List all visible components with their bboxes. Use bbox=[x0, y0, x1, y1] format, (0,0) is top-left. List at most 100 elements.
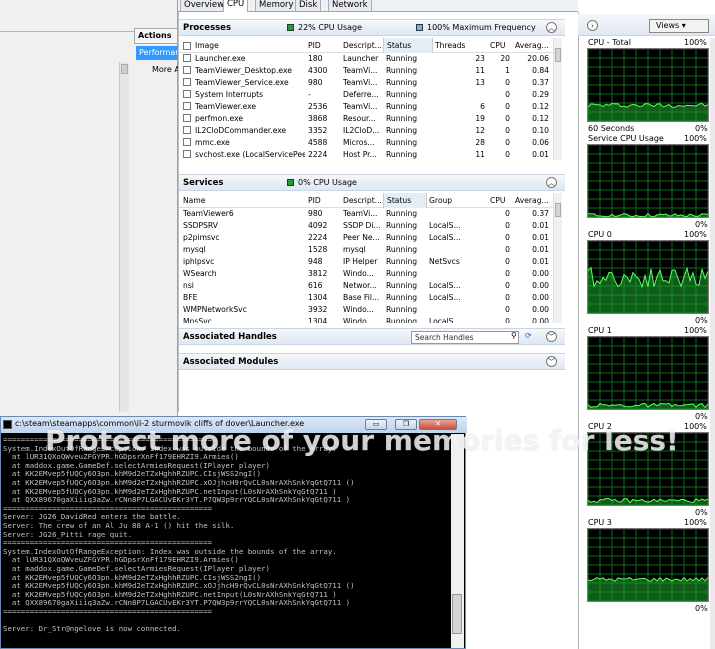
process-row[interactable]: TeamViewer.exe 2536 TeamVi... Running 6 0 0.12 bbox=[179, 101, 553, 113]
graph-title: CPU - Total bbox=[588, 38, 631, 47]
collapse-chevron-icon[interactable]: ︿ bbox=[546, 177, 557, 188]
graph-max-label: 100% bbox=[684, 326, 707, 335]
process-cell: 0 bbox=[505, 150, 510, 159]
col-status[interactable]: Status bbox=[383, 193, 427, 208]
col-name[interactable]: Name bbox=[183, 196, 205, 205]
process-cell: Running bbox=[386, 66, 418, 75]
process-checkbox[interactable] bbox=[183, 150, 191, 158]
service-row[interactable]: mysql 1528 mysql Running 0 0.01 bbox=[179, 244, 553, 256]
console-line: at maddox.game.GameDef.selectArmiesReque… bbox=[3, 461, 270, 470]
processes-title: Processes bbox=[183, 23, 232, 33]
process-row[interactable]: IL2CloDCommander.exe 3352 IL2CloD... Runnin… bbox=[179, 125, 553, 137]
process-checkbox[interactable] bbox=[183, 138, 191, 146]
col-group[interactable]: Group bbox=[429, 196, 452, 205]
processes-section-header[interactable]: Processes 22% CPU Usage 100% Maximum Fre… bbox=[179, 19, 565, 36]
cpu-graph bbox=[587, 48, 709, 122]
handles-section-header[interactable]: Associated Handles Search Handles ⚲ ⟳ ﹀ bbox=[179, 328, 565, 345]
process-cell: Resour... bbox=[343, 114, 376, 123]
service-cell: iphlpsvc bbox=[183, 257, 215, 266]
process-checkbox[interactable] bbox=[183, 66, 191, 74]
services-scrollbar[interactable] bbox=[553, 193, 562, 323]
search-icon[interactable]: ⚲ bbox=[511, 331, 517, 340]
col-image[interactable]: Image bbox=[195, 41, 219, 50]
process-cell: 0.84 bbox=[532, 66, 549, 75]
scroll-thumb[interactable] bbox=[555, 203, 561, 217]
tab-cpu[interactable]: CPU bbox=[223, 0, 249, 12]
service-row[interactable]: SSDPSRV 4092 SSDP Di... Running LocalS... 0 0.… bbox=[179, 220, 553, 232]
process-row[interactable]: mmc.exe 4588 Micros... Running 28 0 0.06 bbox=[179, 137, 553, 149]
process-cell: Running bbox=[386, 90, 418, 99]
service-cell: TeamViewer6 bbox=[183, 209, 234, 218]
col-cpu[interactable]: CPU bbox=[490, 41, 505, 50]
process-row[interactable]: perfmon.exe 3868 Resour... Running 19 0 0.12 bbox=[179, 113, 553, 125]
service-cell: Base Fil... bbox=[343, 293, 380, 302]
service-row[interactable]: BFE 1304 Base Fil... Running LocalS... 0 0.00 bbox=[179, 292, 553, 304]
modules-section-header[interactable]: Associated Modules ﹀ bbox=[179, 353, 565, 370]
col-threads[interactable]: Threads bbox=[435, 41, 466, 50]
collapse-chevron-icon[interactable]: ﹀ bbox=[546, 331, 557, 342]
process-checkbox[interactable] bbox=[183, 126, 191, 134]
process-checkbox[interactable] bbox=[183, 102, 191, 110]
process-row[interactable]: TeamViewer_Service.exe 980 TeamVi... Runnin… bbox=[179, 77, 553, 89]
col-pid[interactable]: PID bbox=[308, 41, 321, 50]
process-row[interactable]: System Interrupts - Deferre... Running 0 0.29 bbox=[179, 89, 553, 101]
col-description[interactable]: Descript... bbox=[343, 41, 382, 50]
process-cell: Running bbox=[386, 114, 418, 123]
tab-disk[interactable]: Disk bbox=[295, 0, 322, 11]
tab-network[interactable]: Network bbox=[328, 0, 372, 11]
process-cell: 11 bbox=[475, 150, 485, 159]
col-status[interactable]: Status bbox=[383, 38, 433, 53]
service-row[interactable]: iphlpsvc 948 IP Helper Running NetSvcs 0 0.01 bbox=[179, 256, 553, 268]
service-row[interactable]: WSearch 3812 Windo... Running 0 0.00 bbox=[179, 268, 553, 280]
refresh-icon[interactable]: ⟳ bbox=[525, 331, 532, 340]
graph-max-label: 100% bbox=[684, 230, 707, 239]
col-average-cpu[interactable]: Averag... bbox=[515, 196, 549, 205]
collapse-chevron-icon[interactable]: ︿ bbox=[546, 22, 557, 33]
select-all-checkbox[interactable] bbox=[183, 42, 191, 50]
graph-pane-scrollbar[interactable] bbox=[710, 38, 715, 649]
scroll-thumb[interactable] bbox=[555, 48, 561, 62]
service-row[interactable]: TeamViewer6 980 TeamVi... Running 0 0.37 bbox=[179, 208, 553, 220]
col-description[interactable]: Descript... bbox=[343, 196, 382, 205]
service-row[interactable]: p2pimsvc 2224 Peer Ne... Running LocalS... 0 0… bbox=[179, 232, 553, 244]
process-cell: 0 bbox=[505, 138, 510, 147]
scroll-thumb[interactable] bbox=[452, 594, 462, 634]
service-row[interactable]: WMPNetworkSvc 3932 Windo... Running 0 0.00 bbox=[179, 304, 553, 316]
process-checkbox[interactable] bbox=[183, 90, 191, 98]
process-checkbox[interactable] bbox=[183, 54, 191, 62]
service-cell: 0.00 bbox=[532, 293, 549, 302]
services-section-header[interactable]: Services 0% CPU Usage ︿ bbox=[179, 174, 565, 191]
search-handles-input[interactable]: Search Handles bbox=[411, 331, 519, 344]
tab-memory[interactable]: Memory bbox=[255, 0, 298, 11]
processes-scrollbar[interactable] bbox=[553, 38, 562, 160]
process-row[interactable]: svchost.exe (LocalServicePee... 2224 Host … bbox=[179, 149, 553, 160]
console-line: ========================================… bbox=[3, 504, 213, 513]
process-checkbox[interactable] bbox=[183, 114, 191, 122]
col-average-cpu[interactable]: Averag... bbox=[515, 41, 549, 50]
service-row[interactable]: MpsSvc 1304 Windo... Running LocalS... 0 0.00 bbox=[179, 316, 553, 323]
col-pid[interactable]: PID bbox=[308, 196, 321, 205]
process-checkbox[interactable] bbox=[183, 78, 191, 86]
actions-item-more[interactable]: More Actions bbox=[152, 65, 178, 74]
console-scrollbar[interactable] bbox=[451, 434, 464, 648]
left-pane-scrollbar[interactable] bbox=[119, 62, 129, 412]
process-cell: 3352 bbox=[308, 126, 328, 135]
process-cell: TeamVi... bbox=[343, 102, 378, 111]
process-cell: 0.12 bbox=[532, 114, 549, 123]
service-cell: p2pimsvc bbox=[183, 233, 220, 242]
services-table: Name PID Descript... Status Group CPU Av… bbox=[179, 193, 553, 323]
views-dropdown[interactable]: Views ▾ bbox=[649, 19, 709, 33]
process-row[interactable]: TeamViewer_Desktop.exe 4300 TeamVi... Runni… bbox=[179, 65, 553, 77]
process-cell: Running bbox=[386, 78, 418, 87]
scroll-thumb[interactable] bbox=[121, 64, 128, 74]
process-cell: 0 bbox=[505, 126, 510, 135]
col-cpu[interactable]: CPU bbox=[490, 196, 505, 205]
modules-title: Associated Modules bbox=[183, 357, 279, 367]
actions-item-performance[interactable]: Performance... bbox=[136, 46, 178, 60]
expand-arrow-icon[interactable]: › bbox=[587, 20, 598, 31]
collapse-chevron-icon[interactable]: ﹀ bbox=[546, 356, 557, 367]
tab-overview[interactable]: Overview bbox=[180, 0, 229, 11]
process-cell: 0.06 bbox=[532, 138, 549, 147]
service-row[interactable]: nsi 616 Networ... Running LocalS... 0 0.00 bbox=[179, 280, 553, 292]
process-row[interactable]: Launcher.exe 180 Launcher Running 23 20 20.06 bbox=[179, 53, 553, 65]
